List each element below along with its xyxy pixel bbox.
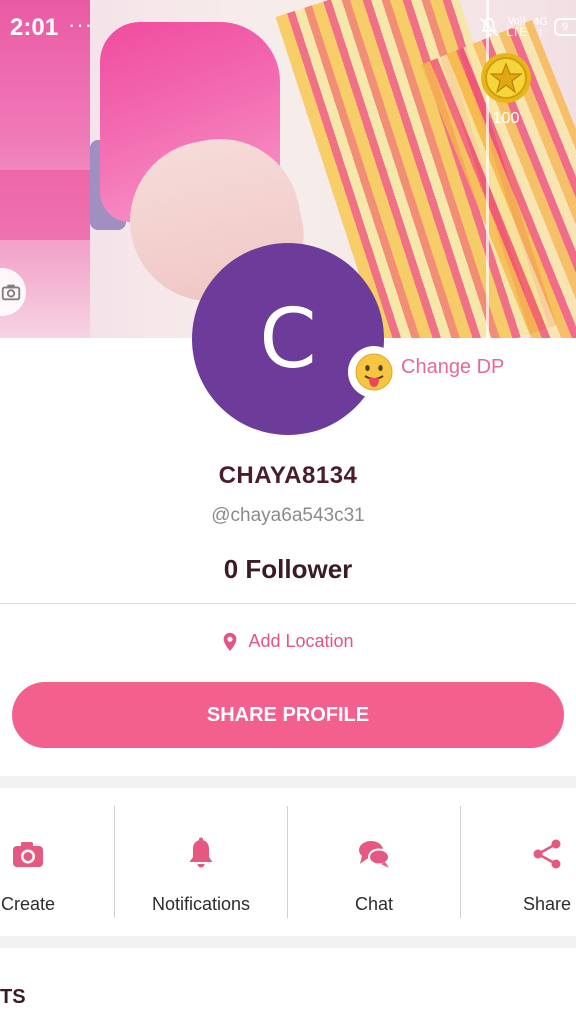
change-dp-link[interactable]: Change DP <box>401 356 504 379</box>
profile-username: CHAYA8134 <box>218 462 358 489</box>
section-heading: TS <box>0 986 26 1008</box>
location-pin-icon <box>224 632 237 651</box>
action-row: Create Notifications Chat Share <box>0 806 576 918</box>
battery-icon: 9 <box>554 18 576 36</box>
share-profile-button[interactable]: SHARE PROFILE <box>12 682 564 748</box>
network-indicator: 4G ↕ <box>533 16 548 38</box>
profile-handle: @chaya6a543c31 <box>211 505 365 526</box>
action-share[interactable]: Share <box>490 806 576 918</box>
action-divider <box>114 806 115 918</box>
tongue-emoji-icon <box>355 353 393 391</box>
camera-icon <box>1 284 21 301</box>
action-divider <box>460 806 461 918</box>
divider <box>0 603 576 604</box>
avatar[interactable]: C <box>192 243 384 435</box>
status-icons: Vo)) LTE 4G ↕ 9 <box>478 12 576 42</box>
action-divider <box>287 806 288 918</box>
status-more-dots: ··· <box>68 12 93 37</box>
status-bar: 2:01 ··· Vo)) LTE 4G ↕ 9 <box>0 0 576 58</box>
coin-balance: 100 <box>492 110 520 127</box>
camera-icon <box>13 842 43 867</box>
action-chat[interactable]: Chat <box>288 806 460 918</box>
section-separator <box>0 776 576 788</box>
change-dp-emoji-icon[interactable] <box>348 346 400 398</box>
add-location-label: Add Location <box>248 631 354 651</box>
profile-page: 2:01 ··· Vo)) LTE 4G ↕ 9 100 C Change DP… <box>0 0 576 1024</box>
action-create[interactable]: Create <box>0 806 86 918</box>
bell-icon <box>189 837 213 868</box>
volte-indicator: Vo)) LTE <box>506 16 528 39</box>
add-location-link[interactable]: Add Location <box>0 631 576 652</box>
chat-bubbles-icon <box>359 841 390 868</box>
share-icon <box>533 839 561 869</box>
avatar-initial: C <box>259 291 317 387</box>
notifications-muted-icon <box>480 17 499 37</box>
section-separator <box>0 936 576 948</box>
followers-count[interactable]: 0 Follower <box>0 554 576 585</box>
action-notifications[interactable]: Notifications <box>115 806 287 918</box>
coin-star-icon[interactable] <box>480 52 532 104</box>
status-time: 2:01 <box>10 14 59 41</box>
